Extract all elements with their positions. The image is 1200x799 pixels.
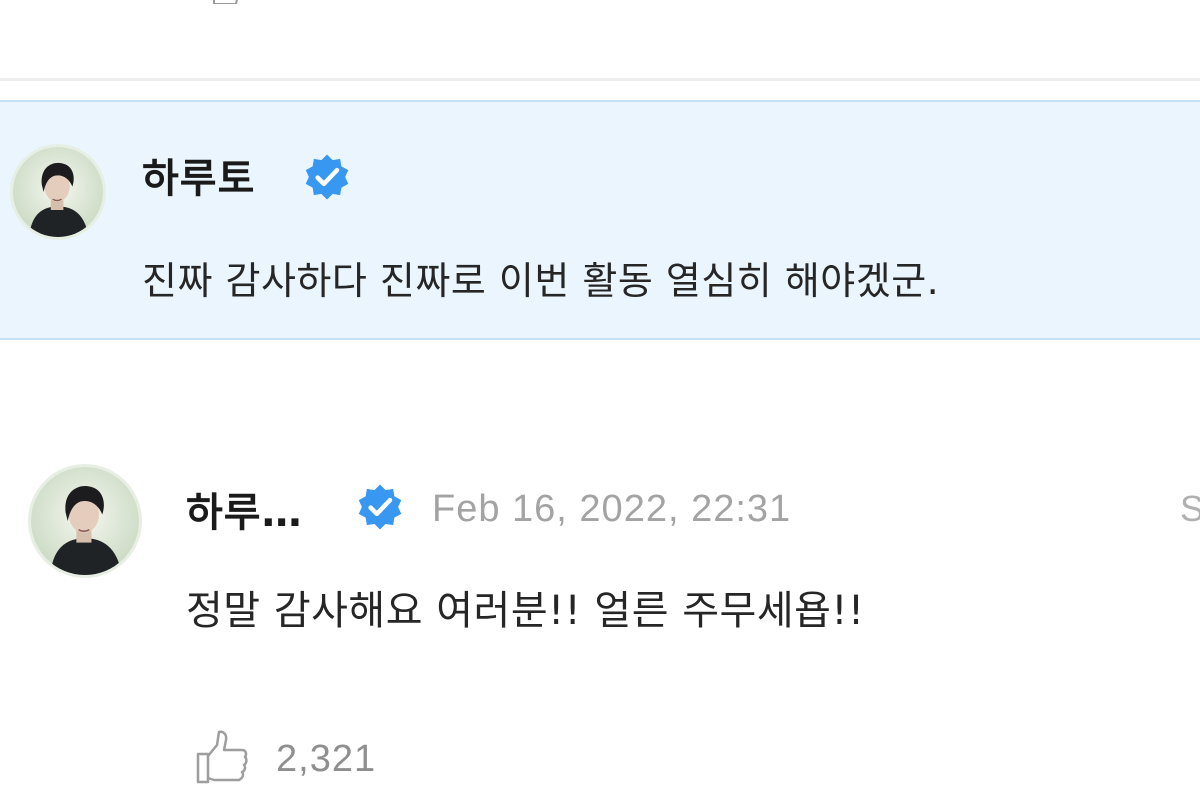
comment-text: 진짜 감사하다 진짜로 이번 활동 열심히 해야겠군. [142, 259, 940, 303]
avatar[interactable] [10, 144, 106, 240]
avatar-image [31, 467, 139, 575]
comment-author[interactable]: 하루토 [142, 146, 255, 204]
comment-text: 정말 감사해요 여러분!! 얼른 주무세욥!! [186, 588, 865, 634]
verified-check-icon [305, 154, 349, 200]
comment-action-link[interactable]: S [1180, 488, 1200, 530]
section-divider [0, 78, 1200, 81]
avatar-image [13, 147, 103, 237]
avatar[interactable] [28, 464, 142, 578]
pinned-comment: 하루토 진짜 감사하다 진짜로 이번 활동 열심히 해야겠군. [0, 100, 1200, 340]
comment-thread: 하루토 진짜 감사하다 진짜로 이번 활동 열심히 해야겠군. 하루… Feb … [0, 0, 1200, 799]
like-count: 2,321 [276, 738, 377, 780]
comment-timestamp: Feb 16, 2022, 22:31 [432, 488, 792, 530]
verified-check-icon [358, 484, 402, 530]
thumbs-up-icon[interactable] [192, 728, 250, 786]
thumbs-up-icon[interactable] [210, 0, 242, 4]
comment-author[interactable]: 하루… [186, 480, 303, 538]
previous-comment-partial [0, 0, 1200, 80]
